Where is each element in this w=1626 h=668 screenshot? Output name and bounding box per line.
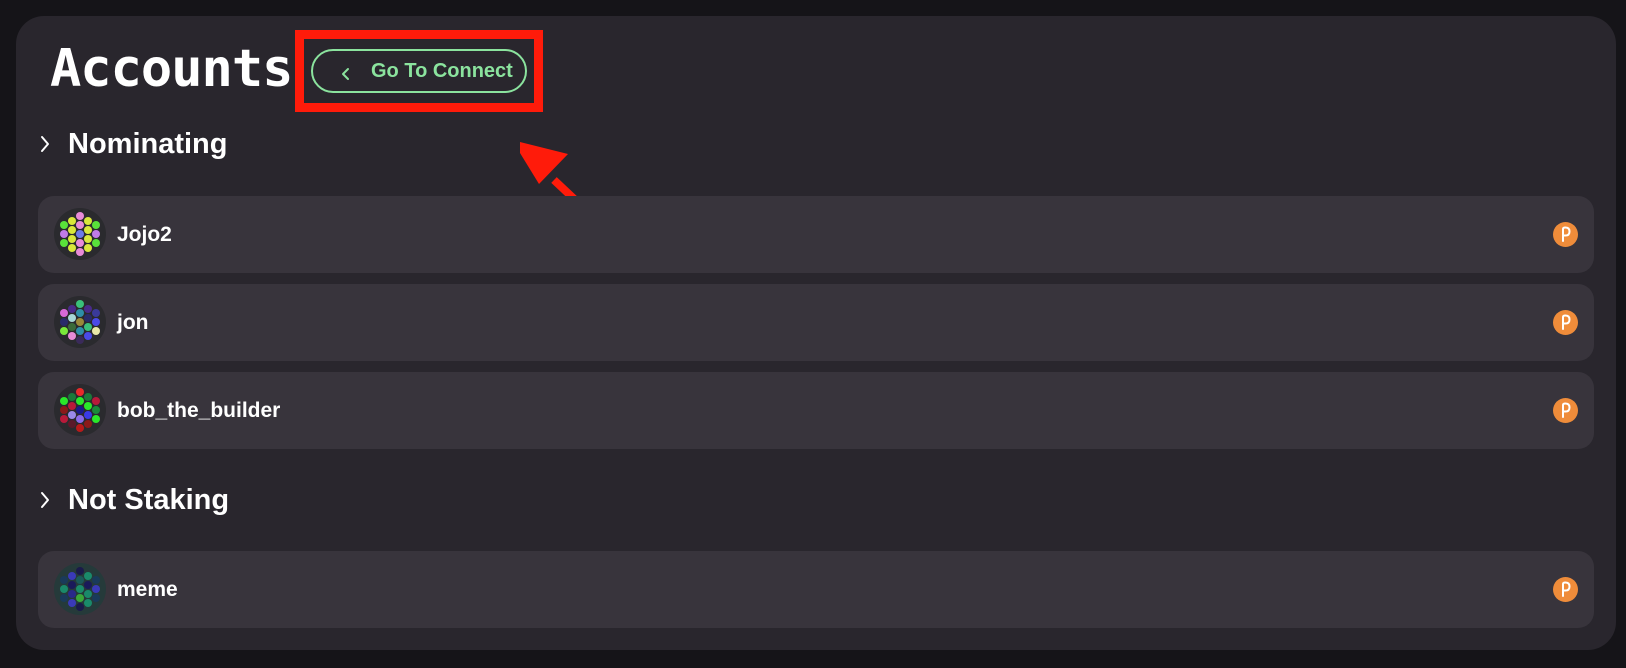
page-title: Accounts	[50, 39, 293, 99]
identicon-avatar	[54, 296, 106, 348]
polkadot-icon	[1553, 222, 1578, 247]
identicon-avatar	[54, 208, 106, 260]
polkadot-icon	[1553, 310, 1578, 335]
chevron-right-icon	[41, 492, 49, 508]
account-row-meme[interactable]: meme	[38, 551, 1594, 628]
chevron-right-icon	[41, 136, 49, 152]
section-header-not-staking[interactable]: Not Staking	[38, 482, 229, 518]
polkadot-icon	[1553, 577, 1578, 602]
account-row-jojo2[interactable]: Jojo2	[38, 196, 1594, 273]
account-name: meme	[117, 578, 178, 601]
chevron-left-icon	[339, 64, 353, 80]
account-name: jon	[117, 311, 149, 334]
account-name: bob_the_builder	[117, 399, 281, 422]
section-header-nominating[interactable]: Nominating	[38, 126, 228, 162]
section-label: Nominating	[68, 127, 228, 160]
identicon-avatar	[54, 563, 106, 615]
account-row-jon[interactable]: jon	[38, 284, 1594, 361]
account-row-bob-the-builder[interactable]: bob_the_builder	[38, 372, 1594, 449]
identicon-avatar	[54, 384, 106, 436]
go-to-connect-button[interactable]: Go To Connect	[311, 49, 527, 93]
account-name: Jojo2	[117, 223, 172, 246]
polkadot-icon	[1553, 398, 1578, 423]
section-label: Not Staking	[68, 483, 230, 516]
go-to-connect-label: Go To Connect	[371, 59, 513, 82]
